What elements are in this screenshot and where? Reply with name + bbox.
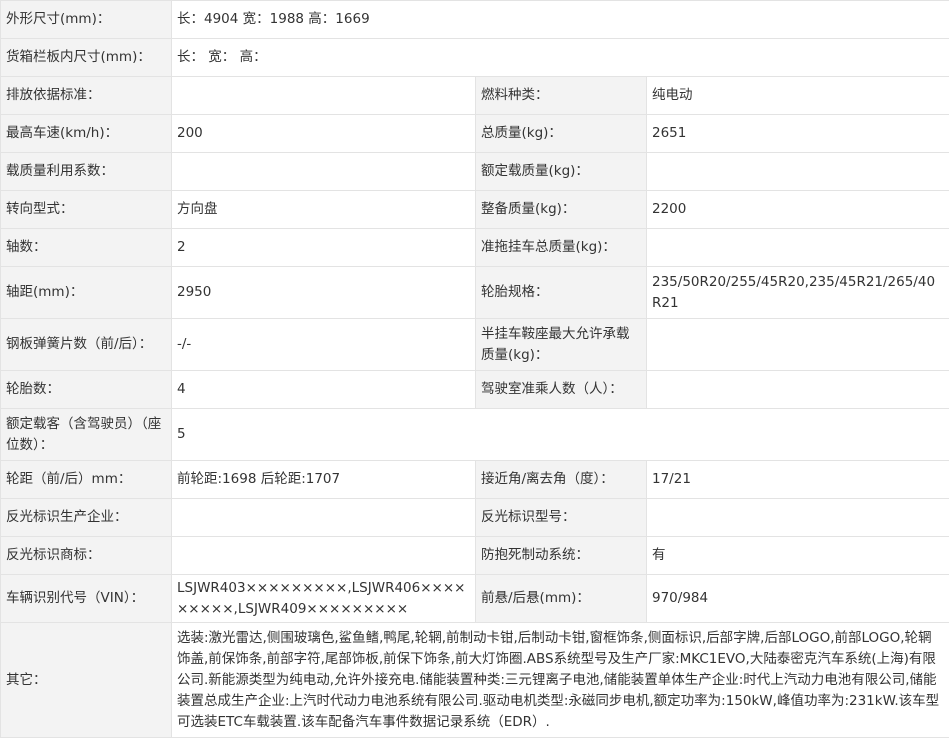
spec-row-other: 其它： 选装:激光雷达,侧围玻璃色,鲨鱼鳍,鸭尾,轮辋,前制动卡钳,后制动卡钳,… (0, 622, 949, 738)
spec-label: 轮胎规格： (475, 266, 647, 319)
spec-value: -/- (171, 318, 476, 371)
spec-row-cargo-box: 货箱栏板内尺寸(mm)： 长： 宽： 高： (0, 38, 949, 77)
spec-value (171, 76, 476, 115)
spec-value: 2651 (645, 114, 949, 153)
spec-row-emission-fuel: 排放依据标准： 燃料种类： 纯电动 (0, 76, 949, 115)
spec-row-speed-mass: 最高车速(km/h)： 200 总质量(kg)： 2651 (0, 114, 949, 153)
spec-value: 有 (645, 536, 949, 575)
spec-label: 额定载客（含驾驶员）（座位数）： (0, 408, 172, 461)
spec-value: 方向盘 (171, 190, 476, 229)
spec-label: 准拖挂车总质量(kg)： (475, 228, 647, 267)
spec-row-steering-curb: 转向型式： 方向盘 整备质量(kg)： 2200 (0, 190, 949, 229)
spec-label: 总质量(kg)： (475, 114, 647, 153)
spec-value (645, 152, 949, 191)
spec-label: 转向型式： (0, 190, 172, 229)
spec-value: 970/984 (645, 574, 949, 623)
spec-row-axles-trailer: 轴数： 2 准拖挂车总质量(kg)： (0, 228, 949, 267)
spec-row-tire-count-cab: 轮胎数： 4 驾驶室准乘人数（人）： (0, 370, 949, 409)
spec-label: 轮胎数： (0, 370, 172, 409)
spec-value: 4 (171, 370, 476, 409)
spec-value (171, 498, 476, 537)
spec-value: 选装:激光雷达,侧围玻璃色,鲨鱼鳍,鸭尾,轮辋,前制动卡钳,后制动卡钳,窗框饰条… (170, 622, 949, 738)
spec-value: 纯电动 (645, 76, 949, 115)
spec-label: 最高车速(km/h)： (0, 114, 172, 153)
spec-row-dimensions: 外形尺寸(mm)： 长：4904 宽：1988 高：1669 (0, 0, 949, 39)
spec-label: 接近角/离去角（度）： (475, 460, 647, 499)
spec-value: 17/21 (645, 460, 949, 499)
spec-value: LSJWR403×××××××××,LSJWR406×××××××××,LSJW… (171, 574, 476, 623)
spec-label: 货箱栏板内尺寸(mm)： (0, 38, 172, 77)
spec-value: 长：4904 宽：1988 高：1669 (170, 0, 949, 39)
spec-value (171, 536, 476, 575)
spec-value (171, 152, 476, 191)
spec-label: 钢板弹簧片数（前/后）： (0, 318, 172, 371)
spec-value: 2950 (171, 266, 476, 319)
spec-value (645, 370, 949, 409)
spec-label: 燃料种类： (475, 76, 647, 115)
spec-value: 5 (170, 408, 949, 461)
spec-row-seats: 额定载客（含驾驶员）（座位数）： 5 (0, 408, 949, 461)
spec-label: 轮距（前/后）mm： (0, 460, 172, 499)
spec-label: 额定载质量(kg)： (475, 152, 647, 191)
spec-value: 2 (171, 228, 476, 267)
spec-label: 车辆识别代号（VIN）： (0, 574, 172, 623)
spec-row-reflector-maker: 反光标识生产企业： 反光标识型号： (0, 498, 949, 537)
spec-row-vin-overhang: 车辆识别代号（VIN）： LSJWR403×××××××××,LSJWR406×… (0, 574, 949, 623)
spec-label: 排放依据标准： (0, 76, 172, 115)
spec-value (645, 228, 949, 267)
spec-label: 驾驶室准乘人数（人）： (475, 370, 647, 409)
spec-row-track-angles: 轮距（前/后）mm： 前轮距:1698 后轮距:1707 接近角/离去角（度）：… (0, 460, 949, 499)
spec-row-reflector-brand-abs: 反光标识商标： 防抱死制动系统： 有 (0, 536, 949, 575)
spec-label: 半挂车鞍座最大允许承载质量(kg)： (475, 318, 647, 371)
spec-label: 防抱死制动系统： (475, 536, 647, 575)
spec-value: 235/50R20/255/45R20,235/45R21/265/40R21 (645, 266, 949, 319)
spec-label: 载质量利用系数： (0, 152, 172, 191)
spec-label: 反光标识型号： (475, 498, 647, 537)
spec-value (645, 498, 949, 537)
spec-row-springs-saddle: 钢板弹簧片数（前/后）： -/- 半挂车鞍座最大允许承载质量(kg)： (0, 318, 949, 371)
spec-value: 前轮距:1698 后轮距:1707 (171, 460, 476, 499)
spec-label: 反光标识生产企业： (0, 498, 172, 537)
spec-value: 2200 (645, 190, 949, 229)
spec-label: 反光标识商标： (0, 536, 172, 575)
spec-label: 外形尺寸(mm)： (0, 0, 172, 39)
spec-value (645, 318, 949, 371)
spec-row-load: 载质量利用系数： 额定载质量(kg)： (0, 152, 949, 191)
spec-value: 长： 宽： 高： (170, 38, 949, 77)
spec-label: 轴数： (0, 228, 172, 267)
spec-label: 其它： (0, 622, 172, 738)
vehicle-spec-table: 外形尺寸(mm)： 长：4904 宽：1988 高：1669 货箱栏板内尺寸(m… (0, 0, 949, 738)
spec-label: 轴距(mm)： (0, 266, 172, 319)
spec-label: 整备质量(kg)： (475, 190, 647, 229)
spec-label: 前悬/后悬(mm)： (475, 574, 647, 623)
spec-value: 200 (171, 114, 476, 153)
spec-row-wheelbase-tires: 轴距(mm)： 2950 轮胎规格： 235/50R20/255/45R20,2… (0, 266, 949, 319)
